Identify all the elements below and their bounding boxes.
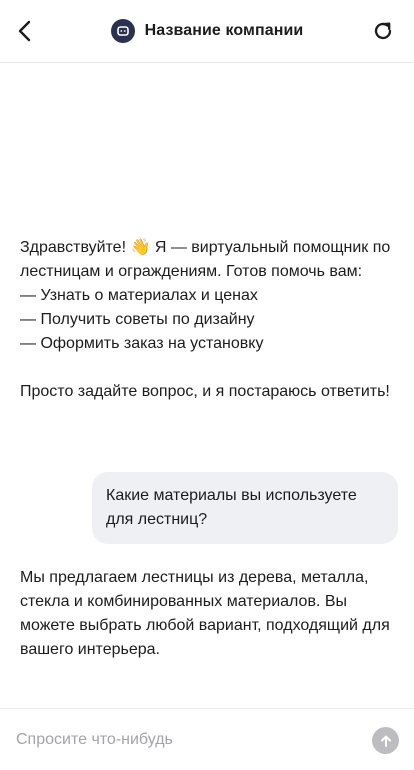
header-title-group: Название компании (110, 19, 304, 43)
bot-icon (116, 26, 129, 36)
send-button[interactable] (372, 727, 399, 754)
chat-screen: Название компании Здравствуйте! 👋 Я — ви… (0, 0, 414, 770)
composer (0, 708, 414, 770)
message-list[interactable]: Здравствуйте! 👋 Я — виртуальный помощник… (0, 64, 414, 708)
bot-message: Мы предлагаем лестницы из дерева, металл… (20, 569, 390, 658)
message-input[interactable] (16, 725, 356, 755)
back-button[interactable] (8, 14, 42, 48)
user-message: Какие материалы вы используете для лестн… (92, 472, 398, 544)
chevron-left-icon (18, 20, 31, 42)
chat-header: Название компании (0, 0, 414, 63)
page-title: Название компании (144, 22, 304, 39)
arrow-up-icon (380, 735, 391, 747)
refresh-icon (374, 22, 392, 40)
bot-message: Здравствуйте! 👋 Я — виртуальный помощник… (20, 239, 391, 400)
bot-avatar (110, 19, 135, 43)
refresh-button[interactable] (366, 14, 400, 48)
